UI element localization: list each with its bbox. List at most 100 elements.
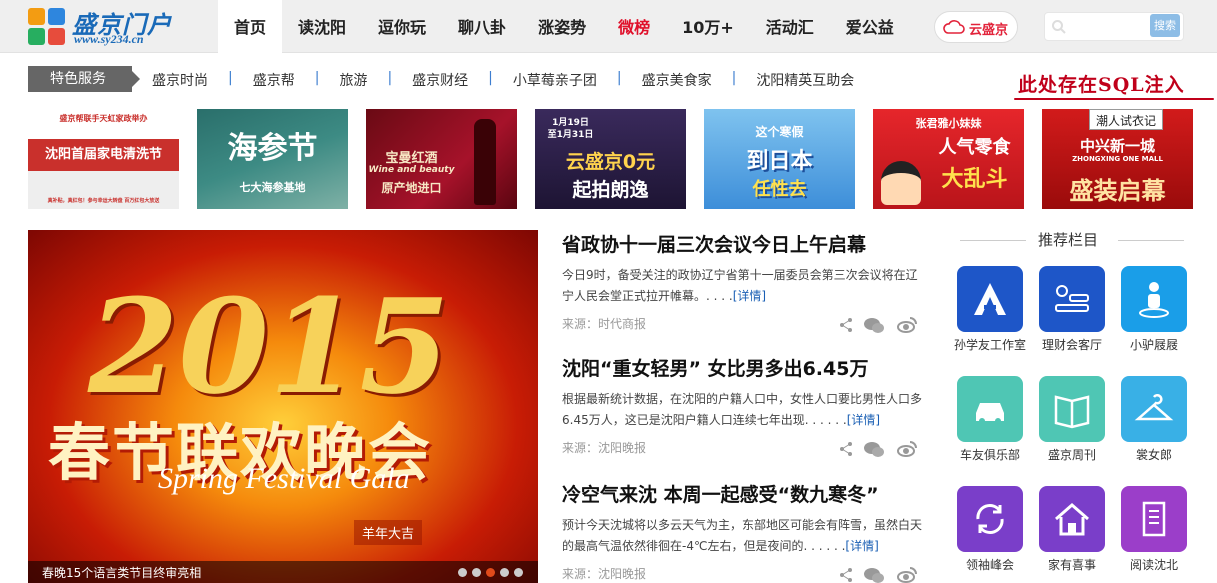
banner-5-top: 这个寒假 bbox=[755, 125, 804, 139]
details-link[interactable]: [详情] bbox=[847, 413, 880, 427]
banner-6-title: 人气零食 bbox=[938, 137, 1011, 158]
menu-item-read-shenyang[interactable]: 读沈阳 bbox=[282, 0, 362, 53]
slide-dot[interactable] bbox=[458, 568, 467, 577]
home-icon bbox=[1055, 503, 1089, 536]
banner-7-en: ZHONGXING ONE MALL bbox=[1072, 155, 1163, 163]
search-button[interactable]: 搜索 bbox=[1150, 14, 1180, 37]
slide-dot[interactable] bbox=[472, 568, 481, 577]
share-icon bbox=[840, 442, 852, 456]
sublink-finance[interactable]: 盛京财经 bbox=[412, 70, 468, 90]
recommend-label: 小驴屐屐 bbox=[1129, 338, 1178, 352]
menu-item-gossip[interactable]: 聊八卦 bbox=[442, 0, 522, 53]
cloud-label: 云盛京 bbox=[969, 23, 1009, 38]
sublink-fashion[interactable]: 盛京时尚 bbox=[152, 70, 208, 90]
finance-icon bbox=[1055, 285, 1089, 312]
recommend-label: 裳女郎 bbox=[1135, 448, 1172, 462]
reader-icon bbox=[1142, 501, 1166, 537]
news-item: 沈阳“重女轻男” 女比男多出6.45万 根据最新统计数据，在沈阳的户籍人口中，女… bbox=[562, 354, 922, 461]
banner-1-title: 沈阳首届家电清洗节 bbox=[44, 147, 162, 162]
recommend-item-donkey[interactable]: 小驴屐屐 bbox=[1113, 266, 1195, 366]
sublink-food[interactable]: 盛京美食家 bbox=[642, 70, 712, 90]
news-meta: 来源：沈阳晚报 bbox=[562, 439, 922, 461]
recommend-item-car-club[interactable]: 车友俱乐部 bbox=[949, 376, 1031, 476]
banner-cloud-auction[interactable]: 1月19日 至1月31日 云盛京0元 起拍朗逸 bbox=[535, 109, 686, 209]
banner-5-sub: 任性去 bbox=[752, 179, 807, 200]
share-icon bbox=[840, 318, 852, 332]
wechat-icon bbox=[864, 318, 884, 333]
banner-3-en: Wine and beauty bbox=[368, 165, 455, 175]
recommend-item-happy-family[interactable]: 家有喜事 bbox=[1031, 486, 1113, 583]
menu-item-knowledge[interactable]: 涨姿势 bbox=[522, 0, 602, 53]
share-icons[interactable] bbox=[838, 565, 918, 583]
banner-4-title: 云盛京0元 bbox=[565, 151, 656, 173]
menu-item-home[interactable]: 首页 bbox=[218, 0, 283, 53]
recommend-label: 领袖峰会 bbox=[965, 558, 1014, 572]
news-title[interactable]: 沈阳“重女轻男” 女比男多出6.45万 bbox=[562, 354, 922, 381]
a-logo-icon bbox=[974, 283, 1006, 315]
banner-japan-trip[interactable]: 这个寒假 到日本 任性去 bbox=[704, 109, 855, 209]
menu-item-events[interactable]: 活动汇 bbox=[750, 0, 830, 53]
banner-3-sub: 原产地进口 bbox=[381, 181, 442, 195]
menu-item-100k[interactable]: 10万+ bbox=[666, 0, 750, 53]
banner-5-title: 到日本 bbox=[746, 149, 813, 174]
recommend-label: 孙学友工作室 bbox=[953, 338, 1026, 352]
recommend-item-sun-studio[interactable]: 孙学友工作室 bbox=[949, 266, 1031, 366]
cloud-icon bbox=[943, 20, 965, 34]
wechat-icon bbox=[864, 442, 884, 457]
recommend-item-read-shenbei[interactable]: 阅读沈北 bbox=[1113, 486, 1195, 583]
recommend-item-fashion-girl[interactable]: 裳女郎 bbox=[1113, 376, 1195, 476]
menu-item-fun[interactable]: 逗你玩 bbox=[362, 0, 442, 53]
top-navbar: 盛京门户 www.sy234.cn 首页 读沈阳 逗你玩 聊八卦 涨姿势 微榜 … bbox=[0, 0, 1217, 53]
hero-tag: 羊年大吉 bbox=[354, 520, 423, 545]
news-source: 来源：沈阳晚报 bbox=[562, 567, 647, 581]
share-icons[interactable] bbox=[838, 439, 918, 459]
annotation-underline bbox=[1014, 98, 1214, 100]
news-summary: 今日9时，备受关注的政协辽宁省第十一届委员会第三次会议将在辽宁人民会堂正式拉开帷… bbox=[562, 268, 918, 303]
recommend-label: 家有喜事 bbox=[1047, 558, 1096, 572]
news-meta: 来源：时代商报 bbox=[562, 315, 922, 337]
details-link[interactable]: [详情] bbox=[733, 289, 766, 303]
share-icons[interactable] bbox=[838, 315, 918, 335]
recommend-item-weekly[interactable]: 盛京周刊 bbox=[1031, 376, 1113, 476]
search-input[interactable] bbox=[1071, 17, 1151, 37]
book-icon bbox=[1054, 395, 1090, 429]
recommend-label: 车友俱乐部 bbox=[959, 448, 1020, 462]
site-logo[interactable]: 盛京门户 www.sy234.cn bbox=[28, 6, 218, 48]
banner-3-title: 宝曼红酒 bbox=[385, 151, 438, 166]
cloud-shengjing-button[interactable]: 云盛京 bbox=[934, 11, 1018, 43]
hanger-icon bbox=[1134, 394, 1174, 421]
banner-sea-cucumber[interactable]: 海参节 七大海参基地 bbox=[197, 109, 348, 209]
news-title[interactable]: 省政协十一届三次会议今日上午启幕 bbox=[562, 230, 922, 257]
news-title[interactable]: 冷空气来沈 本周一起感受“数九寒冬” bbox=[562, 480, 922, 507]
banner-2-title: 海参节 bbox=[227, 131, 318, 166]
slide-dot-active[interactable] bbox=[486, 568, 495, 577]
banner-tooltip: 潮人试衣记 bbox=[1089, 109, 1164, 130]
hero-slideshow[interactable]: 2015 春节联欢晚会 Spring Festival Gala 羊年大吉 春晚… bbox=[28, 230, 538, 583]
recommend-label: 盛京周刊 bbox=[1047, 448, 1096, 462]
banner-snacks[interactable]: 张君雅小妹妹 人气零食 大乱斗 bbox=[873, 109, 1024, 209]
sublink-elite[interactable]: 沈阳精英互助会 bbox=[756, 70, 854, 90]
sublink-parent-child[interactable]: 小草莓亲子团 bbox=[513, 70, 597, 90]
menu-item-weibang[interactable]: 微榜 bbox=[602, 0, 666, 53]
main-menu: 首页 读沈阳 逗你玩 聊八卦 涨姿势 微榜 10万+ 活动汇 爱公益 bbox=[218, 0, 910, 53]
sublink-shengjingbang[interactable]: 盛京帮 bbox=[253, 70, 295, 90]
recommend-item-summit[interactable]: 领袖峰会 bbox=[949, 486, 1031, 583]
slide-dot[interactable] bbox=[500, 568, 509, 577]
banner-6-top: 张君雅小妹妹 bbox=[915, 117, 982, 130]
recommend-item-finance[interactable]: 理财会客厅 bbox=[1031, 266, 1113, 366]
recommend-header: 推荐栏目 bbox=[960, 229, 1190, 251]
slide-dot[interactable] bbox=[514, 568, 523, 577]
details-link[interactable]: [详情] bbox=[845, 539, 878, 553]
feature-links: 盛京时尚 | 盛京帮 | 旅游 | 盛京财经 | 小草莓亲子团 | 盛京美食家 | 沈阳精英… bbox=[152, 70, 855, 90]
sublink-travel[interactable]: 旅游 bbox=[339, 70, 367, 90]
recommend-label: 阅读沈北 bbox=[1129, 558, 1178, 572]
banner-appliance-cleaning[interactable]: 盛京帮联手天虹家政举办 沈阳首届家电清洗节 真补贴，真红包！参与幸运大转盘 百万… bbox=[28, 109, 179, 209]
banner-red-wine[interactable]: 宝曼红酒 Wine and beauty 原产地进口 bbox=[366, 109, 517, 209]
menu-item-charity[interactable]: 爱公益 bbox=[830, 0, 910, 53]
logo-url: www.sy234.cn bbox=[74, 32, 144, 46]
banner-4-sub: 起拍朗逸 bbox=[572, 179, 649, 201]
news-source: 来源：时代商报 bbox=[562, 317, 647, 331]
news-item: 省政协十一届三次会议今日上午启幕 今日9时，备受关注的政协辽宁省第十一届委员会第… bbox=[562, 230, 922, 337]
news-item: 冷空气来沈 本周一起感受“数九寒冬” 预计今天沈城将以多云天气为主，东部地区可能… bbox=[562, 480, 922, 583]
slide-dots bbox=[458, 568, 523, 577]
